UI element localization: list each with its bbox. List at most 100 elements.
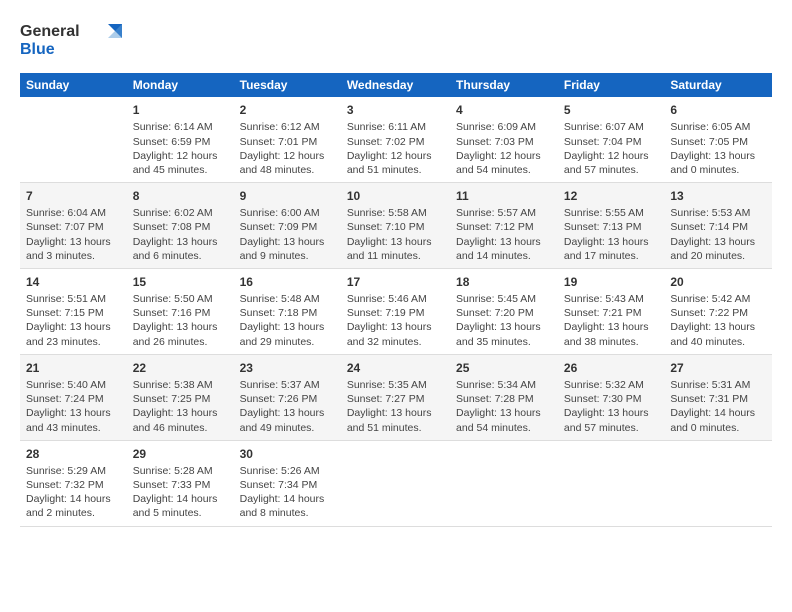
day-number: 6	[670, 102, 766, 118]
cell-4-4: 24 Sunrise: 5:35 AM Sunset: 7:27 PM Dayli…	[341, 354, 450, 440]
calendar-table: SundayMondayTuesdayWednesdayThursdayFrid…	[20, 73, 772, 526]
day-info: Sunrise: 5:46 AM Sunset: 7:19 PM Dayligh…	[347, 292, 444, 349]
day-info: Sunrise: 5:58 AM Sunset: 7:10 PM Dayligh…	[347, 206, 444, 263]
cell-2-6: 12 Sunrise: 5:55 AM Sunset: 7:13 PM Dayli…	[558, 183, 664, 269]
day-info: Sunrise: 5:31 AM Sunset: 7:31 PM Dayligh…	[670, 378, 766, 435]
cell-1-2: 1 Sunrise: 6:14 AM Sunset: 6:59 PM Daylig…	[127, 97, 234, 182]
cell-3-4: 17 Sunrise: 5:46 AM Sunset: 7:19 PM Dayli…	[341, 268, 450, 354]
column-header-saturday: Saturday	[664, 73, 772, 97]
day-info: Sunrise: 5:43 AM Sunset: 7:21 PM Dayligh…	[564, 292, 658, 349]
day-number: 8	[133, 188, 228, 204]
week-row-5: 28Sunrise: 5:29 AM Sunset: 7:32 PM Dayli…	[20, 440, 772, 526]
day-info: Sunrise: 5:45 AM Sunset: 7:20 PM Dayligh…	[456, 292, 552, 349]
day-number: 5	[564, 102, 658, 118]
day-info: Sunrise: 5:32 AM Sunset: 7:30 PM Dayligh…	[564, 378, 658, 435]
cell-1-5: 4Sunrise: 6:09 AM Sunset: 7:03 PM Daylig…	[450, 97, 558, 182]
day-number: 29	[133, 446, 228, 462]
day-number: 21	[26, 360, 121, 376]
header: General Blue	[20, 16, 772, 63]
logo: General Blue	[20, 16, 130, 63]
day-info: Sunrise: 5:42 AM Sunset: 7:22 PM Dayligh…	[670, 292, 766, 349]
day-number: 12	[564, 188, 658, 204]
day-info: Sunrise: 5:26 AM Sunset: 7:34 PM Dayligh…	[240, 464, 335, 521]
day-number: 7	[26, 188, 121, 204]
column-header-monday: Monday	[127, 73, 234, 97]
day-number: 11	[456, 188, 552, 204]
day-info: Sunrise: 5:38 AM Sunset: 7:25 PM Dayligh…	[133, 378, 228, 435]
cell-5-5	[450, 440, 558, 526]
cell-1-7: 6 Sunrise: 6:05 AM Sunset: 7:05 PM Daylig…	[664, 97, 772, 182]
day-number: 3	[347, 102, 444, 118]
day-number: 23	[240, 360, 335, 376]
cell-5-6	[558, 440, 664, 526]
header-row: SundayMondayTuesdayWednesdayThursdayFrid…	[20, 73, 772, 97]
day-number: 9	[240, 188, 335, 204]
week-row-1: 1 Sunrise: 6:14 AM Sunset: 6:59 PM Daylig…	[20, 97, 772, 182]
day-info: Sunrise: 6:07 AM Sunset: 7:04 PM Dayligh…	[564, 120, 658, 177]
day-number: 16	[240, 274, 335, 290]
cell-2-5: 11Sunrise: 5:57 AM Sunset: 7:12 PM Dayli…	[450, 183, 558, 269]
day-info: Sunrise: 5:53 AM Sunset: 7:14 PM Dayligh…	[670, 206, 766, 263]
cell-4-5: 25 Sunrise: 5:34 AM Sunset: 7:28 PM Dayli…	[450, 354, 558, 440]
cell-3-6: 19 Sunrise: 5:43 AM Sunset: 7:21 PM Dayli…	[558, 268, 664, 354]
day-info: Sunrise: 6:11 AM Sunset: 7:02 PM Dayligh…	[347, 120, 444, 177]
cell-2-2: 8 Sunrise: 6:02 AM Sunset: 7:08 PM Daylig…	[127, 183, 234, 269]
cell-3-2: 15Sunrise: 5:50 AM Sunset: 7:16 PM Dayli…	[127, 268, 234, 354]
cell-5-2: 29Sunrise: 5:28 AM Sunset: 7:33 PM Dayli…	[127, 440, 234, 526]
day-number: 27	[670, 360, 766, 376]
day-number: 10	[347, 188, 444, 204]
week-row-4: 21 Sunrise: 5:40 AM Sunset: 7:24 PM Dayli…	[20, 354, 772, 440]
day-info: Sunrise: 6:05 AM Sunset: 7:05 PM Dayligh…	[670, 120, 766, 177]
day-info: Sunrise: 5:34 AM Sunset: 7:28 PM Dayligh…	[456, 378, 552, 435]
day-number: 15	[133, 274, 228, 290]
day-info: Sunrise: 5:55 AM Sunset: 7:13 PM Dayligh…	[564, 206, 658, 263]
day-number: 25	[456, 360, 552, 376]
day-info: Sunrise: 5:37 AM Sunset: 7:26 PM Dayligh…	[240, 378, 335, 435]
cell-4-1: 21 Sunrise: 5:40 AM Sunset: 7:24 PM Dayli…	[20, 354, 127, 440]
day-info: Sunrise: 5:51 AM Sunset: 7:15 PM Dayligh…	[26, 292, 121, 349]
cell-5-4	[341, 440, 450, 526]
cell-1-1	[20, 97, 127, 182]
cell-5-7	[664, 440, 772, 526]
day-info: Sunrise: 6:14 AM Sunset: 6:59 PM Dayligh…	[133, 120, 228, 177]
cell-1-4: 3 Sunrise: 6:11 AM Sunset: 7:02 PM Daylig…	[341, 97, 450, 182]
cell-1-6: 5 Sunrise: 6:07 AM Sunset: 7:04 PM Daylig…	[558, 97, 664, 182]
day-number: 17	[347, 274, 444, 290]
cell-2-3: 9Sunrise: 6:00 AM Sunset: 7:09 PM Daylig…	[234, 183, 341, 269]
column-header-thursday: Thursday	[450, 73, 558, 97]
day-number: 18	[456, 274, 552, 290]
day-number: 2	[240, 102, 335, 118]
day-number: 19	[564, 274, 658, 290]
column-header-friday: Friday	[558, 73, 664, 97]
day-number: 30	[240, 446, 335, 462]
day-number: 24	[347, 360, 444, 376]
cell-3-3: 16 Sunrise: 5:48 AM Sunset: 7:18 PM Dayli…	[234, 268, 341, 354]
week-row-2: 7Sunrise: 6:04 AM Sunset: 7:07 PM Daylig…	[20, 183, 772, 269]
day-info: Sunrise: 6:09 AM Sunset: 7:03 PM Dayligh…	[456, 120, 552, 177]
cell-4-7: 27 Sunrise: 5:31 AM Sunset: 7:31 PM Dayli…	[664, 354, 772, 440]
day-number: 13	[670, 188, 766, 204]
cell-5-3: 30 Sunrise: 5:26 AM Sunset: 7:34 PM Dayli…	[234, 440, 341, 526]
day-info: Sunrise: 6:02 AM Sunset: 7:08 PM Dayligh…	[133, 206, 228, 263]
cell-4-2: 22 Sunrise: 5:38 AM Sunset: 7:25 PM Dayli…	[127, 354, 234, 440]
day-number: 22	[133, 360, 228, 376]
day-info: Sunrise: 6:12 AM Sunset: 7:01 PM Dayligh…	[240, 120, 335, 177]
cell-2-1: 7Sunrise: 6:04 AM Sunset: 7:07 PM Daylig…	[20, 183, 127, 269]
column-header-sunday: Sunday	[20, 73, 127, 97]
page: General Blue SundayMondayTuesdayWednesda…	[0, 0, 792, 543]
day-number: 1	[133, 102, 228, 118]
day-number: 20	[670, 274, 766, 290]
day-info: Sunrise: 5:48 AM Sunset: 7:18 PM Dayligh…	[240, 292, 335, 349]
day-info: Sunrise: 5:35 AM Sunset: 7:27 PM Dayligh…	[347, 378, 444, 435]
calendar-body: 1 Sunrise: 6:14 AM Sunset: 6:59 PM Daylig…	[20, 97, 772, 526]
day-info: Sunrise: 5:40 AM Sunset: 7:24 PM Dayligh…	[26, 378, 121, 435]
cell-2-7: 13 Sunrise: 5:53 AM Sunset: 7:14 PM Dayli…	[664, 183, 772, 269]
week-row-3: 14Sunrise: 5:51 AM Sunset: 7:15 PM Dayli…	[20, 268, 772, 354]
svg-text:Blue: Blue	[20, 41, 55, 58]
column-header-tuesday: Tuesday	[234, 73, 341, 97]
calendar-header: SundayMondayTuesdayWednesdayThursdayFrid…	[20, 73, 772, 97]
day-number: 28	[26, 446, 121, 462]
cell-4-3: 23 Sunrise: 5:37 AM Sunset: 7:26 PM Dayli…	[234, 354, 341, 440]
cell-2-4: 10 Sunrise: 5:58 AM Sunset: 7:10 PM Dayli…	[341, 183, 450, 269]
day-number: 26	[564, 360, 658, 376]
